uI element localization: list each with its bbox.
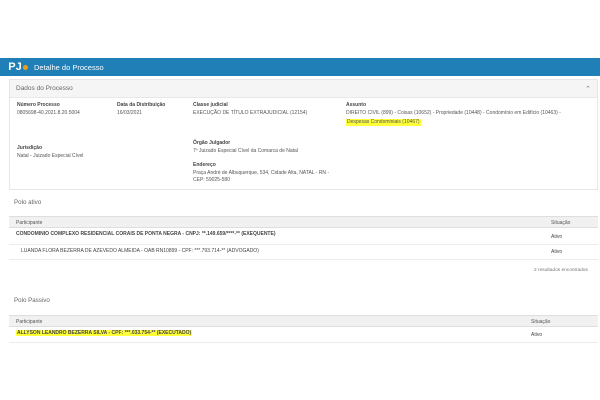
polo-ativo-title: Polo ativo <box>14 199 42 206</box>
classe-judicial-value: EXECUÇÃO DE TÍTULO EXTRAJUDICIAL (12154) <box>193 110 308 116</box>
participante-column-header: Participante <box>16 319 43 325</box>
orgao-julgador-label: Órgão Julgador <box>193 140 231 146</box>
chevron-up-icon[interactable]: ⌃ <box>585 85 591 93</box>
participante-column-header: Participante <box>16 220 43 226</box>
situacao-column-header: Situação <box>551 220 571 226</box>
polo-ativo-table: Participante Situação CONDOMINIO COMPLEX… <box>9 216 598 260</box>
classe-judicial-label: Classe judicial <box>193 102 228 108</box>
participante-cell[interactable]: CONDOMINIO COMPLEXO RESIDENCIAL CORAIS D… <box>16 231 276 237</box>
polo-ativo-table-header: Participante Situação <box>9 216 598 228</box>
assunto-value-line1: DIREITO CIVIL (899) - Coisas (10652) - P… <box>346 110 561 116</box>
table-row[interactable]: CONDOMINIO COMPLEXO RESIDENCIAL CORAIS D… <box>9 228 598 245</box>
polo-passivo-table: Participante Situação ALLYSON LEANDRO BE… <box>9 315 598 343</box>
endereco-value-line1: Praça André de Albuquerque, 534, Cidade … <box>193 170 330 176</box>
endereco-label: Endereço <box>193 162 216 168</box>
participante-cell[interactable]: LUANDA FLORA BEZERRA DE AZEVEDO ALMEIDA … <box>21 248 259 254</box>
orgao-julgador-value: 7º Juizado Especial Cível da Comarca de … <box>193 148 298 154</box>
situacao-cell: Ativo <box>551 249 563 255</box>
numero-processo-value: 0805698-40.2021.8.20.5004 <box>17 110 80 116</box>
polo-passivo-title: Polo Passivo <box>14 297 50 304</box>
data-distribuicao-label: Data da Distribuição <box>117 102 166 108</box>
top-bar: PJ Detalhe do Processo <box>0 58 600 76</box>
situacao-cell: Ativo <box>551 234 563 240</box>
page-title: Detalhe do Processo <box>34 62 104 72</box>
numero-processo-label: Número Processo <box>17 102 60 108</box>
results-count: 2 resultados encontrados <box>534 268 588 273</box>
jurisdicao-value: Natal - Juizado Especial Cível <box>17 153 84 159</box>
data-distribuicao-value: 16/03/2021 <box>117 110 143 116</box>
jurisdicao-label: Jurisdição <box>17 145 43 151</box>
dados-processo-header[interactable]: Dados do Processo ⌃ <box>10 80 597 98</box>
pje-logo[interactable]: PJ <box>6 58 30 76</box>
assunto-label: Assunto <box>346 102 366 108</box>
table-row[interactable]: LUANDA FLORA BEZERRA DE AZEVEDO ALMEIDA … <box>9 245 598 260</box>
situacao-column-header: Situação <box>531 319 551 325</box>
table-row[interactable]: ALLYSON LEANDRO BEZERRA SILVA - CPF: ***… <box>9 327 598 343</box>
assunto-value-line2: Despesas Condominiais (10467) <box>346 119 421 126</box>
polo-passivo-table-header: Participante Situação <box>9 315 598 327</box>
dados-processo-title: Dados do Processo <box>16 85 73 92</box>
situacao-cell: Ativo <box>531 332 543 338</box>
endereco-value-line2: CEP: 59025-580 <box>193 177 230 183</box>
participante-cell[interactable]: ALLYSON LEANDRO BEZERRA SILVA - CPF: ***… <box>16 330 193 336</box>
